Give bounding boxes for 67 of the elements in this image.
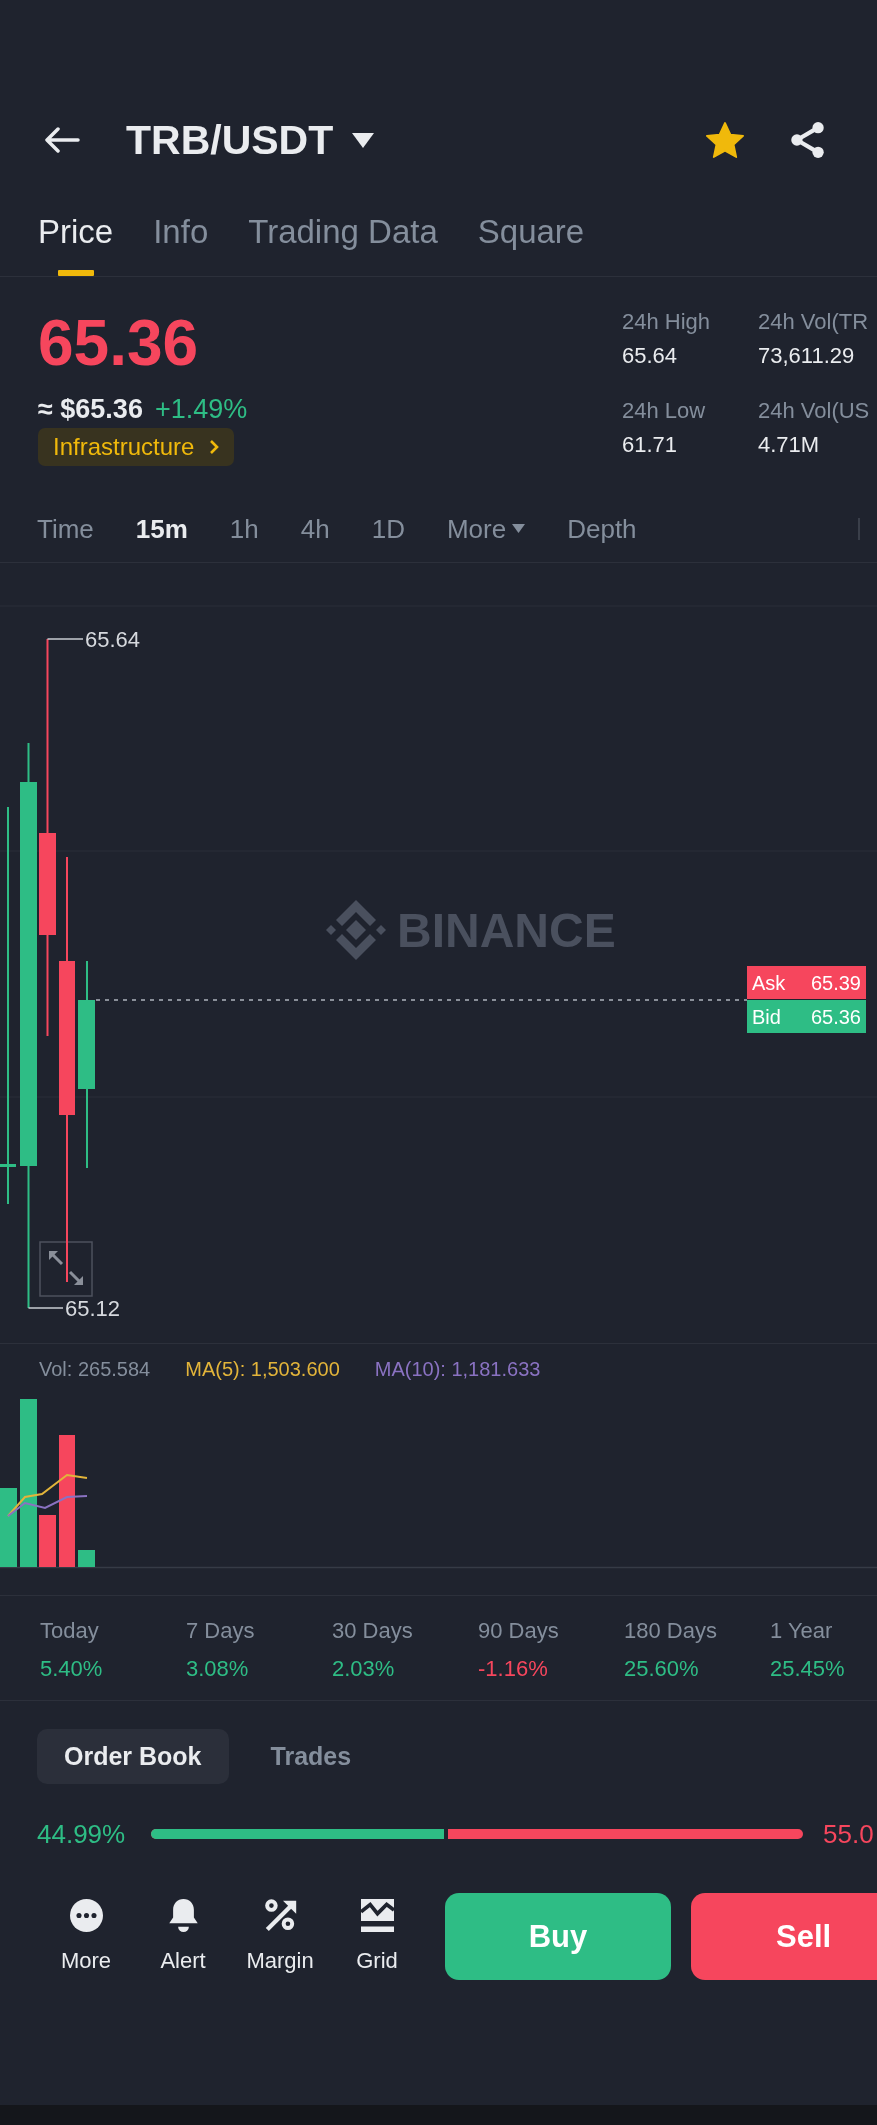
resize-arrows-icon (49, 1251, 83, 1285)
stat-label: 24h Vol(US (758, 397, 870, 425)
caret-icon (352, 132, 375, 148)
stat-label: 24h Vol(TR (758, 308, 869, 336)
period-change: 3.08% (186, 1655, 249, 1683)
share-icon[interactable] (790, 122, 825, 158)
interval-tab[interactable]: More (446, 511, 526, 546)
interval-tab[interactable]: Time (37, 511, 94, 546)
caret-icon (512, 524, 526, 533)
stat-label: 24h High (622, 308, 711, 336)
stat-value: 65.64 (622, 342, 678, 370)
interval-tab[interactable]: 4h (300, 511, 330, 546)
period-label: 1 Year (770, 1617, 833, 1645)
toolbar-button[interactable]: Alert (143, 1898, 223, 1975)
toolbar-button[interactable]: More (46, 1898, 126, 1975)
period-label: 90 Days (478, 1617, 559, 1645)
volume-bar (78, 1550, 95, 1567)
fiat-price: ≈ $65.36 (38, 393, 143, 425)
period-label: 7 Days (186, 1617, 255, 1645)
toolbar-button[interactable]: Margin (240, 1898, 320, 1975)
moving-average-reading: MA(5): 1,503.600 (185, 1357, 340, 1382)
tab[interactable]: Info (153, 212, 209, 276)
order-book-tab[interactable]: Trades (243, 1729, 379, 1784)
order-book-tab[interactable]: Order Book (37, 1729, 229, 1784)
period-change: 25.60% (624, 1655, 699, 1683)
price-change: +1.49% (154, 393, 248, 425)
tab[interactable]: Trading Data (248, 212, 438, 276)
stat-value: 73,611.29 (758, 342, 855, 370)
sell-button[interactable]: Sell (691, 1893, 877, 1980)
grid-chart-icon (360, 1898, 394, 1932)
ask-ratio: 55.0 (823, 1818, 874, 1850)
buy-button[interactable]: Buy (445, 1893, 671, 1980)
volume-bar (39, 1515, 56, 1567)
percent-arrow-icon (263, 1898, 297, 1932)
back-icon[interactable] (44, 127, 80, 153)
stat-value: 4.71M (758, 431, 820, 459)
moving-average-reading: MA(10): 1,181.633 (374, 1357, 541, 1382)
stat-value: 61.71 (622, 431, 678, 459)
more-icon (69, 1898, 103, 1932)
period-label: 30 Days (332, 1617, 413, 1645)
interval-tab[interactable]: 15m (135, 511, 188, 546)
last-price: 65.36 (38, 311, 199, 375)
interval-tab[interactable]: 1h (229, 511, 259, 546)
period-label: 180 Days (624, 1617, 717, 1645)
ask-price-tag: Ask 65.39 (747, 966, 866, 999)
star-icon[interactable] (706, 122, 744, 158)
period-change: 25.45% (770, 1655, 845, 1683)
diamond-logo-icon (326, 900, 386, 960)
tab[interactable]: Price (38, 212, 114, 276)
interval-tab[interactable]: Depth (567, 511, 637, 546)
period-label: Today (40, 1617, 99, 1645)
high-price-label: 65.64 (46, 626, 141, 652)
toolbar-button[interactable]: Grid (337, 1898, 417, 1975)
period-change: 5.40% (40, 1655, 103, 1683)
period-change: -1.16% (478, 1655, 548, 1683)
category-tag[interactable]: Infrastructure (38, 428, 235, 466)
interval-tab[interactable]: 1D (371, 511, 405, 546)
low-price-label: 65.12 (27, 1295, 121, 1321)
chevron-icon (209, 439, 220, 455)
period-change: 2.03% (332, 1655, 395, 1683)
volume-reading: Vol: 265.584 (39, 1357, 151, 1382)
bid-price-tag: Bid 65.36 (747, 1000, 866, 1033)
stat-label: 24h Low (622, 397, 706, 425)
bid-ratio: 44.99% (37, 1818, 127, 1850)
reset-zoom-button[interactable] (39, 1241, 93, 1297)
tab[interactable]: Square (477, 212, 585, 276)
pair-selector[interactable]: TRB/USDT (126, 116, 375, 164)
